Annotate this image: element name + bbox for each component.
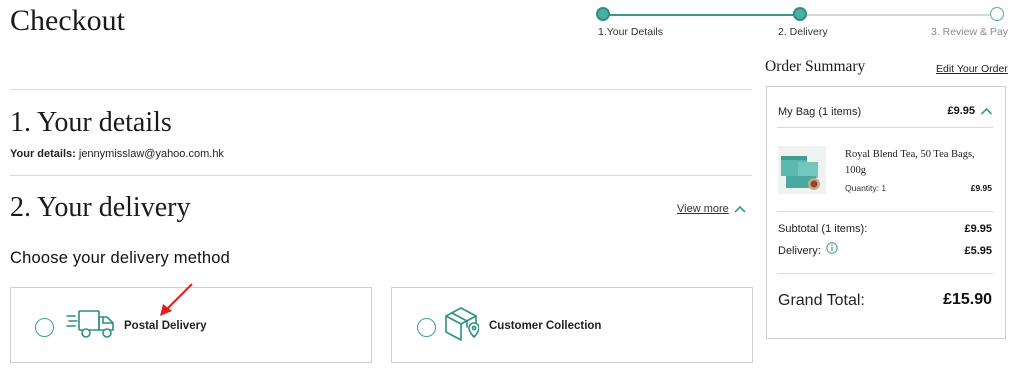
item-price: £9.95	[970, 183, 992, 193]
view-more-link[interactable]: View more	[677, 203, 729, 215]
postal-delivery-radio[interactable]	[35, 318, 54, 337]
delivery-truck-icon	[66, 310, 114, 338]
postal-delivery-label: Postal Delivery	[124, 320, 207, 332]
divider	[777, 211, 993, 212]
divider	[777, 273, 993, 274]
step-dot-review-pay	[990, 7, 1004, 21]
step-dot-your-details[interactable]	[596, 7, 610, 21]
delivery-method-heading: Choose your delivery method	[10, 249, 231, 267]
delivery-cost-label: Delivery:	[778, 245, 821, 257]
bag-total: £9.95	[947, 105, 975, 117]
edit-order-link[interactable]: Edit Your Order	[936, 63, 1008, 75]
customer-collection-radio[interactable]	[417, 318, 436, 337]
bag-label: My Bag (1 items)	[778, 106, 862, 118]
item-name[interactable]: Royal Blend Tea, 50 Tea Bags, 100g	[845, 147, 995, 179]
order-summary-panel: My Bag (1 items) £9.95 Royal Blend Tea, …	[766, 86, 1006, 339]
item-quantity: Quantity: 1	[845, 183, 887, 193]
progress-line-complete	[603, 14, 800, 16]
subtotal-value: £9.95	[964, 223, 992, 235]
grand-total-value: £15.90	[943, 291, 992, 308]
step-label-your-details[interactable]: 1.Your Details	[598, 26, 663, 38]
your-details-email: jennymisslaw@yahoo.com.hk	[78, 148, 224, 160]
step-label-review-pay: 3. Review & Pay	[930, 26, 1008, 38]
divider	[10, 175, 752, 176]
divider	[777, 127, 993, 128]
step-label-delivery: 2. Delivery	[778, 26, 828, 38]
step-dot-delivery	[793, 7, 807, 21]
customer-collection-label: Customer Collection	[489, 320, 602, 332]
your-details-heading: 1. Your details	[10, 107, 172, 138]
product-thumbnail[interactable]	[778, 146, 826, 194]
delivery-cost-value: £5.95	[964, 245, 992, 257]
your-delivery-heading: 2. Your delivery	[10, 192, 191, 223]
page-title: Checkout	[10, 4, 125, 37]
subtotal-label: Subtotal (1 items):	[778, 223, 868, 235]
divider	[10, 89, 752, 90]
your-details-label: Your details:	[10, 148, 76, 160]
progress-line-pending	[800, 14, 997, 16]
order-summary-title: Order Summary	[765, 58, 866, 75]
chevron-up-icon[interactable]	[733, 203, 747, 215]
customer-collection-option[interactable]: Customer Collection	[391, 287, 753, 363]
chevron-up-icon[interactable]	[980, 106, 993, 116]
grand-total-label: Grand Total:	[778, 292, 865, 309]
box-location-pin-icon	[445, 307, 479, 341]
your-details-summary: Your details: jennymisslaw@yahoo.com.hk	[10, 148, 224, 160]
annotation-arrow	[160, 283, 193, 316]
info-icon[interactable]	[826, 242, 838, 254]
checkout-progress: 1.Your Details 2. Delivery 3. Review & P…	[596, 4, 1008, 44]
